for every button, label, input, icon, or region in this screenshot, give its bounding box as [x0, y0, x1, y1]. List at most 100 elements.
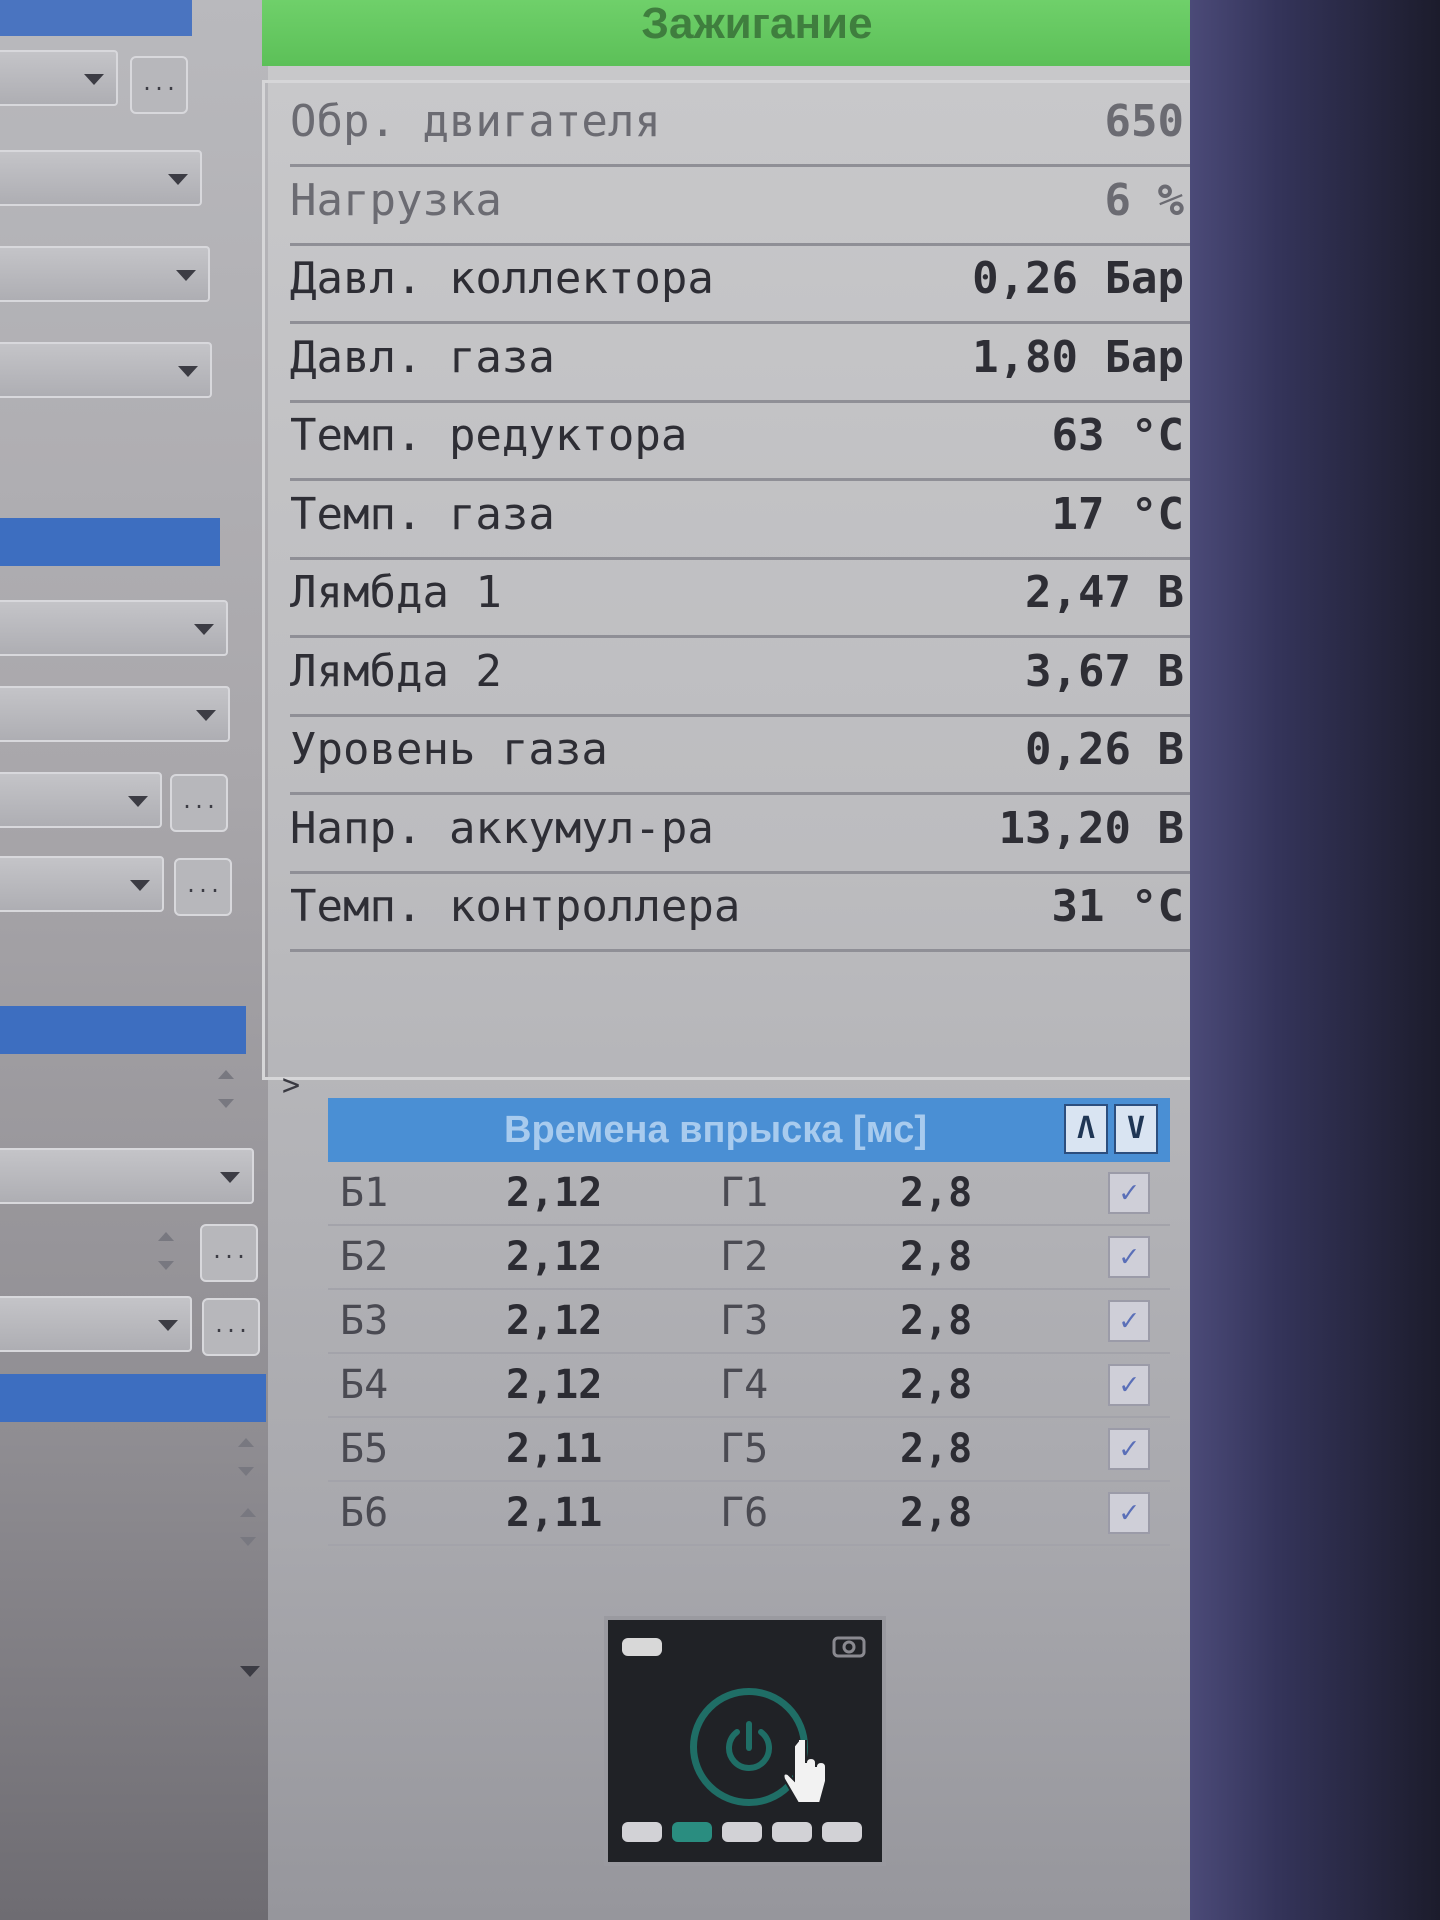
browse-button-3[interactable]: ... — [174, 858, 232, 916]
chevron-down-icon — [220, 1172, 240, 1183]
dropdown-field-3[interactable] — [0, 246, 210, 302]
petrol-injection-time: 2,11 — [506, 1490, 603, 1536]
scroll-up-button[interactable]: Λ — [1064, 1104, 1108, 1154]
checkbox-icon[interactable]: ✓ — [1108, 1236, 1150, 1278]
page-dot-active[interactable] — [672, 1822, 712, 1842]
browse-button-1[interactable]: ... — [130, 56, 188, 114]
checkbox-icon[interactable]: ✓ — [1108, 1300, 1150, 1342]
section-bar-3 — [0, 1374, 266, 1422]
sensor-row: Лямбда 1 2,47 В — [290, 557, 1214, 638]
browse-button-4[interactable]: ... — [200, 1224, 258, 1282]
page-dot[interactable] — [772, 1822, 812, 1842]
injection-times-header: Времена впрыска [мс] Λ V — [328, 1098, 1170, 1162]
camera-icon — [832, 1636, 866, 1658]
chevron-down-icon — [176, 270, 196, 281]
gas-cylinder-label: Г2 — [720, 1234, 769, 1280]
dropdown-field-6[interactable] — [0, 686, 230, 742]
sensor-row: Нагрузка 6 % — [290, 165, 1214, 246]
sensor-value: 1,80 Бар — [972, 331, 1184, 383]
gas-injection-time: 2,8 — [900, 1234, 973, 1280]
checkbox-icon[interactable]: ✓ — [1108, 1364, 1150, 1406]
sensor-row: Напр. аккумул-ра 13,20 В — [290, 793, 1214, 874]
section-bar-2 — [0, 1006, 246, 1054]
petrol-injection-time: 2,12 — [506, 1234, 603, 1280]
power-icon[interactable] — [713, 1710, 785, 1782]
sensor-row: Давл. газа 1,80 Бар — [290, 322, 1214, 403]
dropdown-field-7[interactable] — [0, 772, 162, 828]
section-header: Зажигание — [262, 0, 1252, 66]
chevron-down-icon — [130, 880, 150, 891]
gas-injection-time: 2,8 — [900, 1426, 973, 1472]
injection-row: Б2 2,12 Г2 2,8 ✓ — [328, 1226, 1170, 1290]
petrol-injection-time: 2,12 — [506, 1362, 603, 1408]
sensor-label: Уровень газа — [290, 724, 608, 775]
sensor-label: Лямбда 2 — [290, 645, 502, 697]
sensor-value: 31 °C — [1051, 881, 1184, 932]
sensor-value: 63 °C — [1051, 410, 1184, 461]
browse-button-5[interactable]: ... — [202, 1298, 260, 1356]
petrol-cylinder-label: Б3 — [340, 1298, 389, 1344]
hand-pointer-icon — [782, 1740, 827, 1804]
sensor-value: 2,47 В — [1025, 567, 1184, 618]
checkbox-icon[interactable]: ✓ — [1108, 1428, 1150, 1470]
sensor-value: 13,20 В — [998, 802, 1184, 854]
petrol-injection-time: 2,11 — [506, 1426, 603, 1472]
sensor-label: Лямбда 1 — [290, 567, 502, 618]
checkbox-icon[interactable]: ✓ — [1108, 1172, 1150, 1214]
sensor-row: Уровень газа 0,26 В — [290, 714, 1214, 795]
scroll-down-button[interactable]: V — [1114, 1104, 1158, 1154]
chevron-down-icon — [84, 74, 104, 85]
expand-marker[interactable]: > — [282, 1068, 300, 1103]
injection-row: Б4 2,12 Г4 2,8 ✓ — [328, 1354, 1170, 1418]
sensor-row: Лямбда 2 3,67 В — [290, 636, 1214, 717]
spinner-arrows-3[interactable] — [236, 1434, 256, 1480]
gas-cylinder-label: Г4 — [720, 1362, 769, 1408]
monitor-bezel — [1190, 0, 1440, 1920]
page-dot[interactable] — [822, 1822, 862, 1842]
gas-cylinder-label: Г6 — [720, 1490, 769, 1536]
dropdown-field-8[interactable] — [0, 856, 164, 912]
sensor-value: 17 °C — [1051, 488, 1184, 540]
dropdown-field-10[interactable] — [0, 1296, 192, 1352]
petrol-cylinder-label: Б4 — [340, 1362, 389, 1408]
page-dot[interactable] — [722, 1822, 762, 1842]
petrol-injection-time: 2,12 — [506, 1170, 603, 1216]
dropdown-field-4[interactable] — [0, 342, 212, 398]
sensor-label: Нагрузка — [290, 174, 502, 226]
page-indicator — [622, 1822, 872, 1844]
sensor-label: Темп. газа — [290, 488, 555, 540]
spinner-arrows-1[interactable] — [216, 1066, 236, 1112]
page-dot[interactable] — [622, 1822, 662, 1842]
sensor-value: 6 % — [1104, 174, 1184, 226]
spinner-arrows-4[interactable] — [238, 1504, 258, 1550]
dropdown-field-1[interactable] — [0, 50, 118, 106]
sensor-label: Темп. редуктора — [290, 410, 688, 461]
petrol-cylinder-label: Б6 — [340, 1490, 389, 1536]
gas-cylinder-label: Г5 — [720, 1426, 769, 1472]
injection-row: Б1 2,12 Г1 2,8 ✓ — [328, 1162, 1170, 1226]
sensor-label: Обр. двигателя — [290, 96, 661, 147]
device-widget[interactable] — [604, 1616, 886, 1866]
chevron-down-icon[interactable] — [240, 1666, 260, 1677]
sensor-value: 650 — [1104, 96, 1184, 147]
gas-injection-time: 2,8 — [900, 1298, 973, 1344]
injection-times-title: Времена впрыска [мс] — [504, 1109, 928, 1151]
sensor-label: Давл. коллектора — [290, 253, 714, 304]
gas-injection-time: 2,8 — [900, 1170, 973, 1216]
sensor-label: Давл. газа — [290, 331, 555, 383]
sensor-row: Темп. контроллера 31 °C — [290, 871, 1214, 952]
spinner-arrows-2[interactable] — [156, 1228, 176, 1274]
sensor-row: Темп. газа 17 °C — [290, 479, 1214, 560]
checkbox-icon[interactable]: ✓ — [1108, 1492, 1150, 1534]
dropdown-field-9[interactable] — [0, 1148, 254, 1204]
injection-row: Б5 2,11 Г5 2,8 ✓ — [328, 1418, 1170, 1482]
chevron-down-icon — [178, 366, 198, 377]
petrol-cylinder-label: Б2 — [340, 1234, 389, 1280]
chevron-down-icon — [128, 796, 148, 807]
browse-button-2[interactable]: ... — [170, 774, 228, 832]
dropdown-field-2[interactable] — [0, 150, 202, 206]
dropdown-field-5[interactable] — [0, 600, 228, 656]
gas-cylinder-label: Г3 — [720, 1298, 769, 1344]
sensor-value: 0,26 Бар — [972, 253, 1184, 304]
chevron-down-icon — [194, 624, 214, 635]
